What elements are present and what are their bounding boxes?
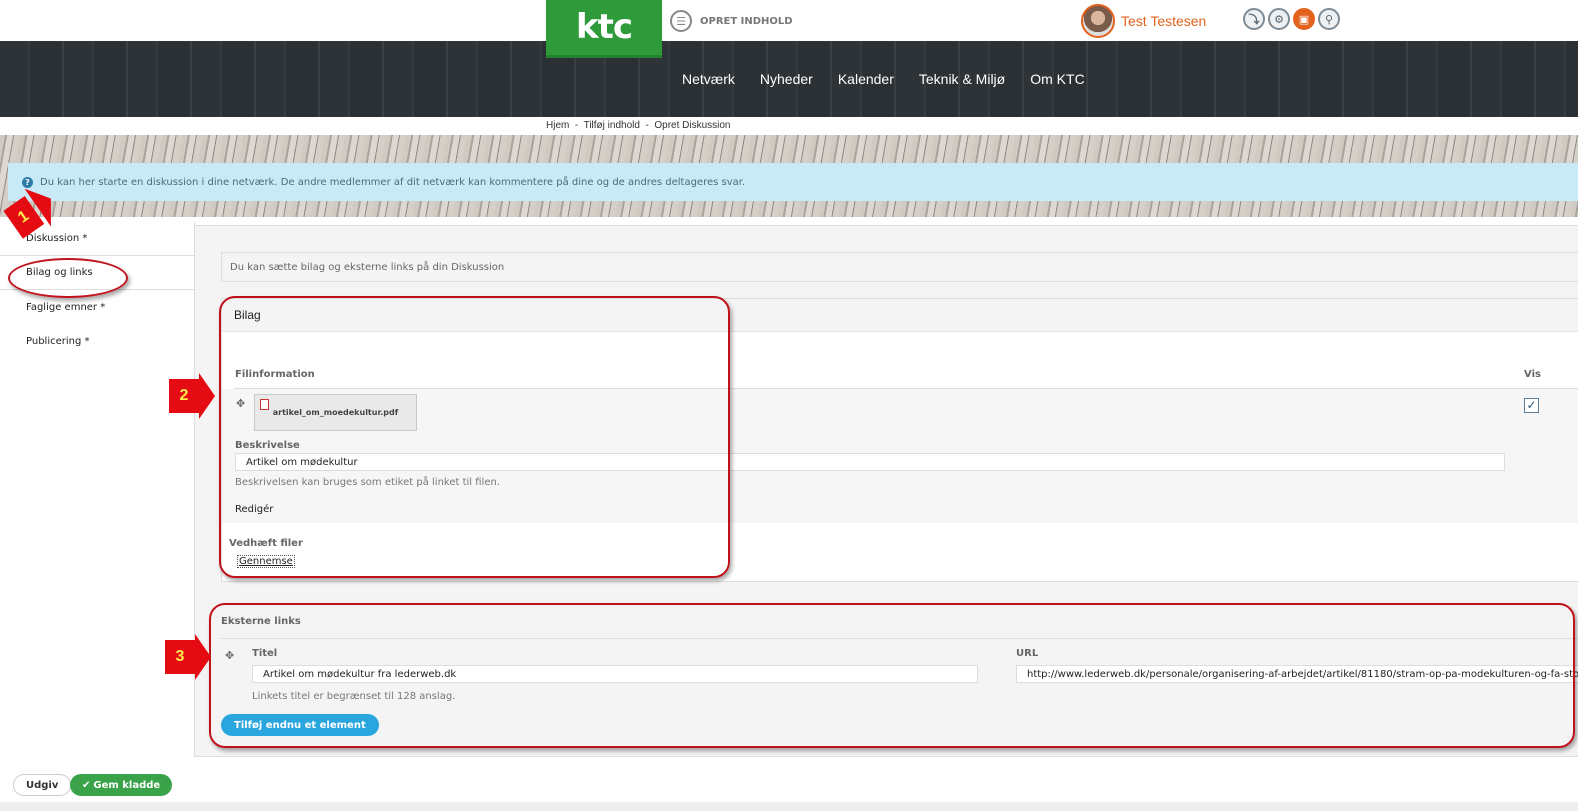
nav-item-om-ktc[interactable]: Om KTC [1030,71,1084,87]
page-bottom [0,802,1578,811]
nav-item-nyheder[interactable]: Nyheder [760,71,813,87]
lock-icon[interactable]: ▣ [1293,8,1315,30]
save-draft-button[interactable]: ✔ Gem kladde [70,774,173,796]
avatar[interactable] [1081,4,1115,38]
save-draft-label: Gem kladde [93,779,161,791]
tab-publicering[interactable]: Publicering * [0,324,195,358]
marker-3-label: 3 [165,640,195,674]
marker-3-arrow [195,634,211,680]
nav-item-netvaerk[interactable]: Netværk [682,71,735,87]
marker-2-arrow [199,373,215,419]
breadcrumb[interactable]: Hjem - Tilføj indhold - Opret Diskussion [546,120,731,131]
gear-icon[interactable]: ⚙ [1268,8,1290,30]
breadcrumb-bar: Hjem - Tilføj indhold - Opret Diskussion [0,117,1578,135]
main-nav: Netværk Nyheder Kalender Teknik & Miljø … [682,71,1085,87]
logo[interactable]: ktc [546,0,662,58]
nav-item-teknik-miljo[interactable]: Teknik & Miljø [919,71,1005,87]
annotation-ring-2 [219,296,730,578]
download-icon[interactable]: ⤵ [1243,8,1265,30]
tab-diskussion-label: Diskussion * [26,233,88,244]
user-menu[interactable]: Test Testesen [1081,4,1206,38]
check-icon: ✔ [82,779,91,791]
marker-2-label: 2 [169,379,199,413]
tab-faglige-emner-label: Faglige emner * [26,301,106,313]
top-bar: ☰ OPRET INDHOLD Test Testesen ⤵ ⚙ ▣ ⚲ [0,0,1578,41]
toolbar: ⤵ ⚙ ▣ ⚲ [1243,8,1340,30]
edit-icon: ☰ [670,10,692,32]
search-icon[interactable]: ⚲ [1318,8,1340,30]
info-banner-text: Du kan her starte en diskussion i dine n… [40,176,746,188]
publish-button[interactable]: Udgiv [13,774,72,796]
create-content-link[interactable]: ☰ OPRET INDHOLD [670,9,793,33]
vis-header: Vis [1524,369,1541,380]
nav-item-kalender[interactable]: Kalender [838,71,894,87]
annotation-ring-1 [8,258,128,298]
tab-publicering-label: Publicering * [26,335,90,347]
info-banner: ? Du kan her starte en diskussion i dine… [8,163,1578,201]
section-help-text: Du kan sætte bilag og eksterne links på … [221,252,1578,282]
annotation-ring-3 [209,603,1575,748]
main-navigation-band: Netværk Nyheder Kalender Teknik & Miljø … [0,41,1578,117]
create-content-label: OPRET INDHOLD [700,15,793,27]
user-name[interactable]: Test Testesen [1121,13,1206,29]
vis-checkbox[interactable]: ✓ [1524,398,1539,413]
